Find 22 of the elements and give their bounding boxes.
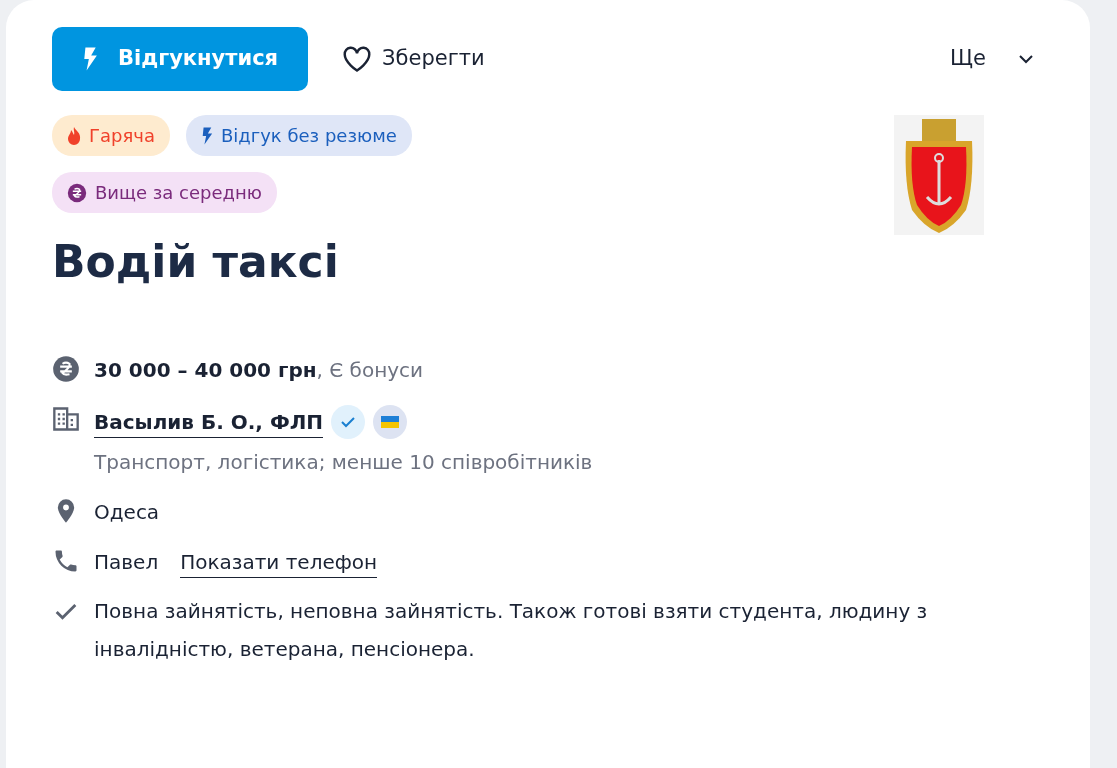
chevron-down-icon [1018,54,1034,64]
flame-icon [67,126,81,145]
job-title: Водій таксі [52,235,340,289]
salary-text: 30 000 – 40 000 грн, Є бонуси [94,357,424,384]
tag-chip: Гаряча [52,115,170,156]
company-link[interactable]: Васылив Б. О., ФЛП [94,406,324,438]
hryvnia-icon [67,182,87,203]
lightning-icon [200,126,213,145]
save-button[interactable]: Зберегти [332,43,495,75]
contact-name: Павел [94,549,159,576]
lightning-icon [82,47,98,71]
location-text: Одеса [94,499,160,526]
more-button[interactable]: Ще [940,43,1044,75]
heart-icon [342,45,373,73]
hryvnia-icon [52,355,80,383]
flag-icon [373,405,408,439]
tag-chip: Відгук без резюме [185,115,412,156]
employment-text: Повна зайнятість, неповна зайнятість. Також готові взяти студента, людину з інвалідністю, ветерана, пенсіонера. [94,598,929,663]
tag-chip: Вище за середню [52,172,277,213]
company-details: Транспорт, логістика; менше 10 співробітників [94,449,593,476]
show-phone-link[interactable]: Показати телефон [180,547,378,578]
building-icon [52,405,80,433]
